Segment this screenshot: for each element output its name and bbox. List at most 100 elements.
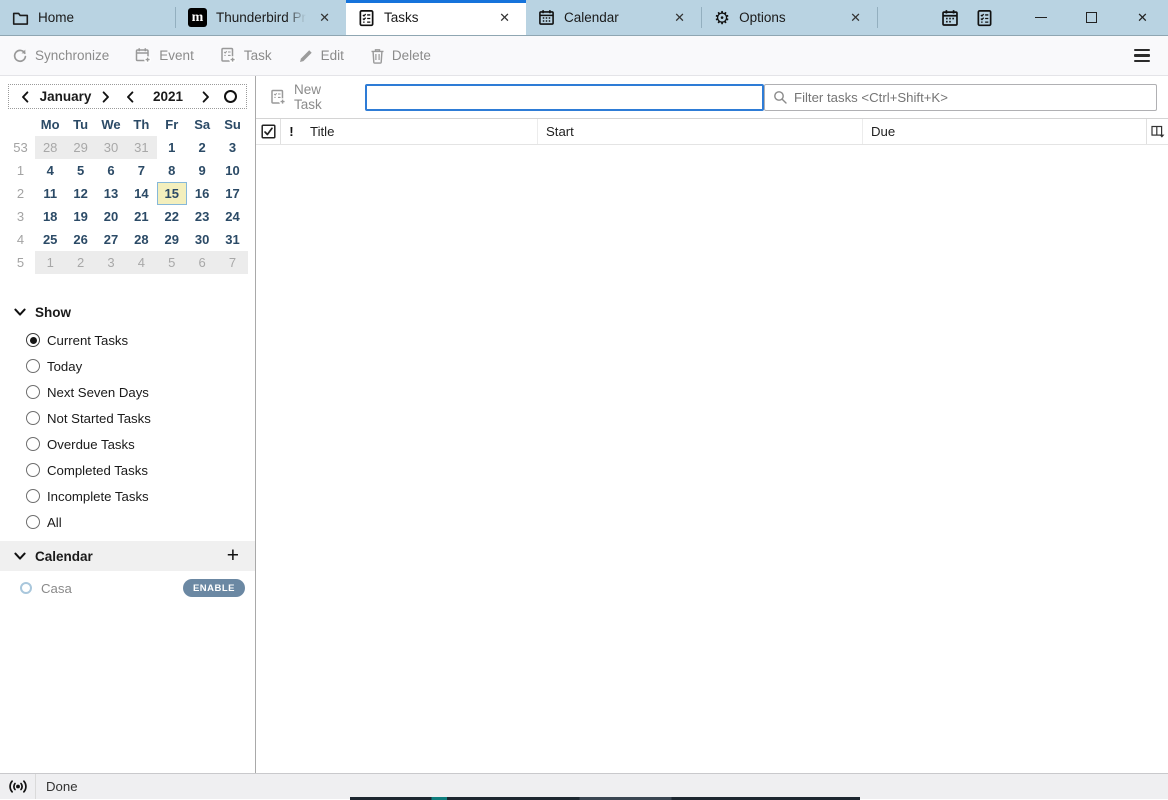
close-icon[interactable]: ✕	[315, 8, 334, 28]
minical-day[interactable]: 5	[157, 251, 187, 274]
maximize-button[interactable]	[1066, 0, 1117, 36]
minical-day[interactable]: 11	[35, 182, 65, 205]
minimize-button[interactable]	[1015, 0, 1066, 36]
minical-day[interactable]: 6	[96, 159, 126, 182]
minical-day[interactable]: 12	[65, 182, 95, 205]
minical-day[interactable]: 7	[217, 251, 247, 274]
minical-day[interactable]: 31	[126, 136, 156, 159]
title-column-header[interactable]: Title	[302, 119, 538, 144]
minical-day[interactable]: 14	[126, 182, 156, 205]
minical-day[interactable]: 26	[65, 228, 95, 251]
close-window-button[interactable]: ✕	[1117, 0, 1168, 36]
filter-tasks-input[interactable]	[794, 90, 1148, 105]
minical-day[interactable]: 2	[187, 136, 217, 159]
minical-day[interactable]: 19	[65, 205, 95, 228]
completed-column-header[interactable]	[256, 119, 281, 144]
show-option-today[interactable]: Today	[0, 353, 255, 379]
pencil-icon	[298, 48, 314, 64]
filter-tasks-box[interactable]	[764, 84, 1157, 111]
prev-month-button[interactable]	[13, 86, 37, 108]
minical-day[interactable]: 6	[187, 251, 217, 274]
priority-column-header[interactable]: !	[281, 119, 302, 144]
minical-day[interactable]: 30	[96, 136, 126, 159]
minical-day[interactable]: 13	[96, 182, 126, 205]
minical-day[interactable]: 30	[187, 228, 217, 251]
show-option-incomplete-tasks[interactable]: Incomplete Tasks	[0, 483, 255, 509]
tab-options[interactable]: ⚙ Options ✕	[702, 0, 877, 35]
minical-day[interactable]: 31	[217, 228, 247, 251]
tab-calendar[interactable]: Calendar ✕	[526, 0, 701, 35]
toolbar-button-label: Synchronize	[35, 48, 109, 63]
trash-icon	[370, 48, 385, 64]
next-year-button[interactable]	[194, 86, 218, 108]
minical-day[interactable]: 23	[187, 205, 217, 228]
calendar-color-dot-icon	[20, 582, 32, 594]
minical-day[interactable]: 1	[157, 136, 187, 159]
minical-day[interactable]: 18	[35, 205, 65, 228]
minical-day[interactable]: 22	[157, 205, 187, 228]
minical-day[interactable]: 9	[187, 159, 217, 182]
show-option-all[interactable]: All	[0, 509, 255, 535]
minical-day[interactable]: 21	[126, 205, 156, 228]
close-icon[interactable]: ✕	[670, 8, 689, 28]
minical-day[interactable]: 3	[96, 251, 126, 274]
enable-badge[interactable]: ENABLE	[183, 579, 245, 597]
offline-status-button[interactable]	[0, 774, 36, 799]
next-month-button[interactable]	[94, 86, 118, 108]
tab-home[interactable]: Home	[0, 0, 175, 35]
due-column-header[interactable]: Due	[863, 119, 1147, 144]
minical-day[interactable]: 25	[35, 228, 65, 251]
minical-day[interactable]: 8	[157, 159, 187, 182]
show-option-next-seven-days[interactable]: Next Seven Days	[0, 379, 255, 405]
minical-day[interactable]: 29	[157, 228, 187, 251]
show-option-not-started-tasks[interactable]: Not Started Tasks	[0, 405, 255, 431]
show-option-current-tasks[interactable]: Current Tasks	[0, 327, 255, 353]
minical-day[interactable]: 3	[217, 136, 247, 159]
show-option-overdue-tasks[interactable]: Overdue Tasks	[0, 431, 255, 457]
open-tasks-tab-button[interactable]	[967, 0, 1001, 36]
new-task-toolbar-button[interactable]: Task	[220, 47, 272, 64]
minical-day[interactable]: 27	[96, 228, 126, 251]
minical-day[interactable]: 4	[35, 159, 65, 182]
column-picker-button[interactable]	[1147, 119, 1168, 144]
calendar-list-item[interactable]: Casa ENABLE	[0, 571, 255, 605]
minical-day[interactable]: 28	[35, 136, 65, 159]
close-icon[interactable]: ✕	[846, 8, 865, 28]
minical-day[interactable]: 1	[35, 251, 65, 274]
delete-button[interactable]: Delete	[370, 48, 431, 64]
app-menu-icon[interactable]	[1128, 45, 1156, 66]
close-icon[interactable]: ✕	[495, 8, 514, 28]
minical-day[interactable]: 16	[187, 182, 217, 205]
minical-day[interactable]: 24	[217, 205, 247, 228]
chevron-left-icon	[20, 91, 30, 103]
synchronize-button[interactable]: Synchronize	[12, 48, 109, 64]
minical-day[interactable]: 2	[65, 251, 95, 274]
minical-day[interactable]: 17	[217, 182, 247, 205]
show-option-completed-tasks[interactable]: Completed Tasks	[0, 457, 255, 483]
minical-day[interactable]: 10	[217, 159, 247, 182]
minical-day[interactable]: 7	[126, 159, 156, 182]
minical-day[interactable]: 28	[126, 228, 156, 251]
task-toolbar: Synchronize Event Task Edit Delete	[0, 36, 1168, 76]
minical-day[interactable]: 20	[96, 205, 126, 228]
new-task-input[interactable]	[365, 84, 764, 111]
edit-button[interactable]: Edit	[298, 48, 344, 64]
today-button[interactable]	[218, 86, 242, 108]
tab-thunderbird-privacy[interactable]: m Thunderbird Priv ✕	[176, 0, 346, 35]
start-column-header[interactable]: Start	[538, 119, 863, 144]
add-calendar-button[interactable]: +	[225, 548, 241, 564]
tab-tasks[interactable]: Tasks ✕	[346, 0, 526, 35]
minical-day[interactable]: 15	[157, 182, 187, 205]
minical-week-number: 3	[6, 205, 35, 228]
calendar-section-header[interactable]: Calendar +	[0, 541, 255, 571]
minical-day[interactable]: 29	[65, 136, 95, 159]
task-list-area[interactable]	[256, 145, 1168, 773]
new-event-button[interactable]: Event	[135, 47, 194, 64]
minical-day-header: Fr	[157, 113, 187, 136]
minical-day[interactable]: 4	[126, 251, 156, 274]
show-section-header[interactable]: Show	[0, 296, 255, 327]
minical-day[interactable]: 5	[65, 159, 95, 182]
open-calendar-tab-button[interactable]	[933, 0, 967, 36]
new-task-button[interactable]: New Task	[262, 82, 360, 112]
prev-year-button[interactable]	[118, 86, 142, 108]
